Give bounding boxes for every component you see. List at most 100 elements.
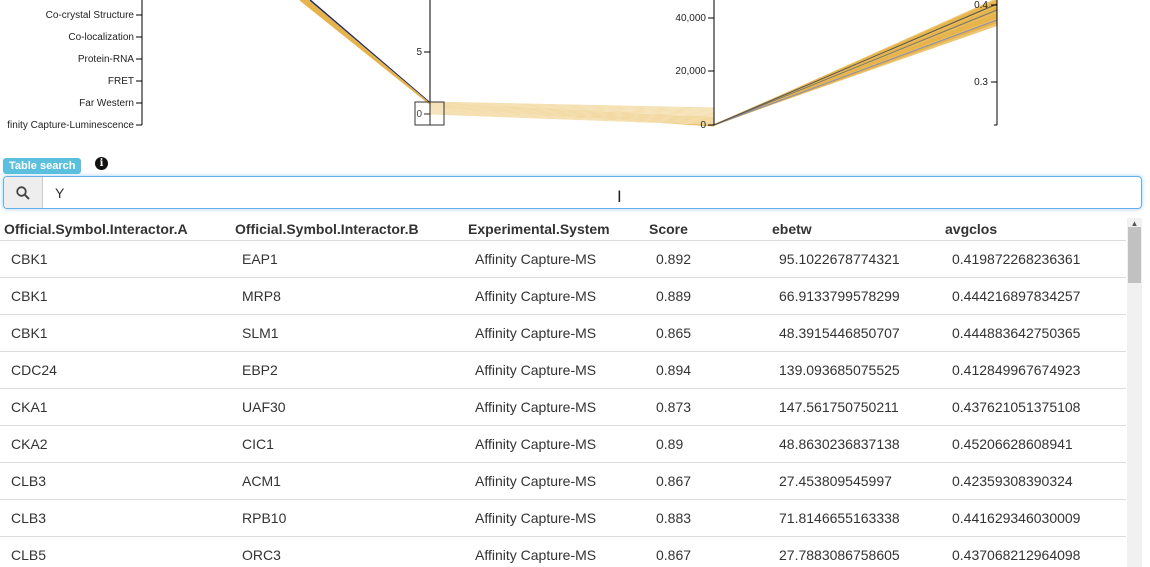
axis-tick-label: Co-localization (68, 32, 134, 43)
results-table-container: Official.Symbol.Interactor.A Official.Sym… (0, 218, 1150, 567)
table-cell: Affinity Capture-MS (464, 351, 645, 389)
table-row[interactable]: CLB3 ACM1 Affinity Capture-MS 0.867 27.45380… (0, 462, 1126, 500)
table-cell: 48.8630236837138 (768, 425, 941, 463)
table-cell: 0.441629346030009 (941, 499, 1126, 537)
table-header-row: Official.Symbol.Interactor.A Official.Sym… (0, 218, 1126, 241)
table-cell: Affinity Capture-MS (464, 314, 645, 352)
table-cell: 0.45206628608941 (941, 425, 1126, 463)
text-cursor-icon: I (617, 187, 622, 206)
column-header[interactable]: Official.Symbol.Interactor.B (231, 218, 464, 241)
table-cell: EBP2 (231, 351, 464, 389)
plot-line-band (714, 0, 997, 125)
table-cell: Affinity Capture-MS (464, 425, 645, 463)
table-cell: CLB3 (0, 499, 231, 537)
table-search-area: Table search i I (0, 155, 1150, 213)
table-cell: 0.444216897834257 (941, 277, 1126, 315)
search-icon (4, 177, 43, 208)
table-cell: 0.89 (645, 425, 768, 463)
column-header[interactable]: Experimental.System (464, 218, 645, 241)
table-cell: UAF30 (231, 388, 464, 426)
plot-line-grey (713, 19, 998, 126)
table-cell: 0.892 (645, 240, 768, 278)
table-cell: CLB5 (0, 536, 231, 567)
table-cell: 0.873 (645, 388, 768, 426)
table-scrollbar[interactable]: ▲ (1127, 218, 1142, 567)
table-cell: 48.3915446850707 (768, 314, 941, 352)
table-cell: CBK1 (0, 314, 231, 352)
table-row[interactable]: CBK1 SLM1 Affinity Capture-MS 0.865 48.39154… (0, 314, 1126, 352)
table-cell: ACM1 (231, 462, 464, 500)
table-cell: Affinity Capture-MS (464, 240, 645, 278)
table-cell: SLM1 (231, 314, 464, 352)
column-header[interactable]: ebetw (768, 218, 941, 241)
plot-line-other (309, 0, 431, 104)
table-cell: 0.865 (645, 314, 768, 352)
table-cell: 95.1022678774321 (768, 240, 941, 278)
table-cell: CDC24 (0, 351, 231, 389)
table-row[interactable]: CLB3 RPB10 Affinity Capture-MS 0.883 71.8146… (0, 499, 1126, 537)
axis-tick-label: Co-crystal Structure (46, 10, 135, 21)
table-cell: 71.8146655163338 (768, 499, 941, 537)
table-row[interactable]: CBK1 EAP1 Affinity Capture-MS 0.892 95.10226… (0, 240, 1126, 278)
table-cell: 0.894 (645, 351, 768, 389)
axis-tick-label: 5 (416, 47, 422, 58)
table-cell: CKA2 (0, 425, 231, 463)
table-body: CBK1 EAP1 Affinity Capture-MS 0.892 95.10226… (0, 240, 1126, 567)
table-cell: 0.889 (645, 277, 768, 315)
column-header[interactable]: Official.Symbol.Interactor.A (0, 218, 231, 241)
axis-tick-label: 0 (700, 120, 706, 131)
axis-tick-label: Protein-RNA (78, 54, 134, 65)
table-search-badge: Table search (3, 158, 82, 174)
parallel-coordinates-plot[interactable]: Co-crystal Structure Co-localization Prote… (0, 0, 1150, 150)
scroll-thumb[interactable] (1128, 227, 1141, 283)
table-cell: CLB3 (0, 462, 231, 500)
table-cell: 27.7883086758605 (768, 536, 941, 567)
table-cell: 0.419872268236361 (941, 240, 1126, 278)
table-cell: Affinity Capture-MS (464, 277, 645, 315)
column-header[interactable]: Score (645, 218, 768, 241)
table-cell: Affinity Capture-MS (464, 536, 645, 567)
plot-line (307, 0, 431, 105)
table-cell: 0.437068212964098 (941, 536, 1126, 567)
table-cell: CKA1 (0, 388, 231, 426)
plot-line-grey (713, 3, 998, 126)
table-row[interactable]: CKA2 CIC1 Affinity Capture-MS 0.89 48.863023… (0, 425, 1126, 463)
table-cell: Affinity Capture-MS (464, 462, 645, 500)
table-cell: RPB10 (231, 499, 464, 537)
table-cell: Affinity Capture-MS (464, 388, 645, 426)
table-cell: EAP1 (231, 240, 464, 278)
plot-lines (299, 0, 998, 127)
table-cell: Affinity Capture-MS (464, 499, 645, 537)
search-input[interactable] (43, 177, 1141, 208)
table-cell: 0.412849967674923 (941, 351, 1126, 389)
axis-tick-label: Far Western (79, 98, 134, 109)
brush-selection[interactable] (414, 101, 445, 126)
table-cell: CIC1 (231, 425, 464, 463)
table-cell: 0.867 (645, 536, 768, 567)
table-cell: 147.561750750211 (768, 388, 941, 426)
table-row[interactable]: CDC24 EBP2 Affinity Capture-MS 0.894 139.093… (0, 351, 1126, 389)
axis-tick-label: 20,000 (675, 66, 706, 77)
info-icon[interactable]: i (95, 157, 108, 170)
axis-tick-label: 40,000 (675, 13, 706, 24)
table-cell: 0.437621051375108 (941, 388, 1126, 426)
table-cell: 27.453809545997 (768, 462, 941, 500)
axis-tick-label: 0.4 (974, 0, 988, 11)
table-cell: 139.093685075525 (768, 351, 941, 389)
axis-tick-label: finity Capture-Luminescence (7, 120, 134, 131)
table-cell: 0.867 (645, 462, 768, 500)
table-row[interactable]: CLB5 ORC3 Affinity Capture-MS 0.867 27.78830… (0, 536, 1126, 567)
table-cell: 0.42359308390324 (941, 462, 1126, 500)
table-cell: 0.444883642750365 (941, 314, 1126, 352)
table-row[interactable]: CBK1 MRP8 Affinity Capture-MS 0.889 66.91337… (0, 277, 1126, 315)
column-header[interactable]: avgclos (941, 218, 1126, 241)
table-row[interactable]: CKA1 UAF30 Affinity Capture-MS 0.873 147.561… (0, 388, 1126, 426)
results-table: Official.Symbol.Interactor.A Official.Sym… (0, 218, 1126, 567)
plot-line-grey (713, 9, 998, 126)
table-cell: CBK1 (0, 277, 231, 315)
table-cell: 66.9133799578299 (768, 277, 941, 315)
axis-tick-label: FRET (108, 76, 134, 87)
search-input-group (3, 176, 1142, 209)
table-cell: MRP8 (231, 277, 464, 315)
table-cell: CBK1 (0, 240, 231, 278)
